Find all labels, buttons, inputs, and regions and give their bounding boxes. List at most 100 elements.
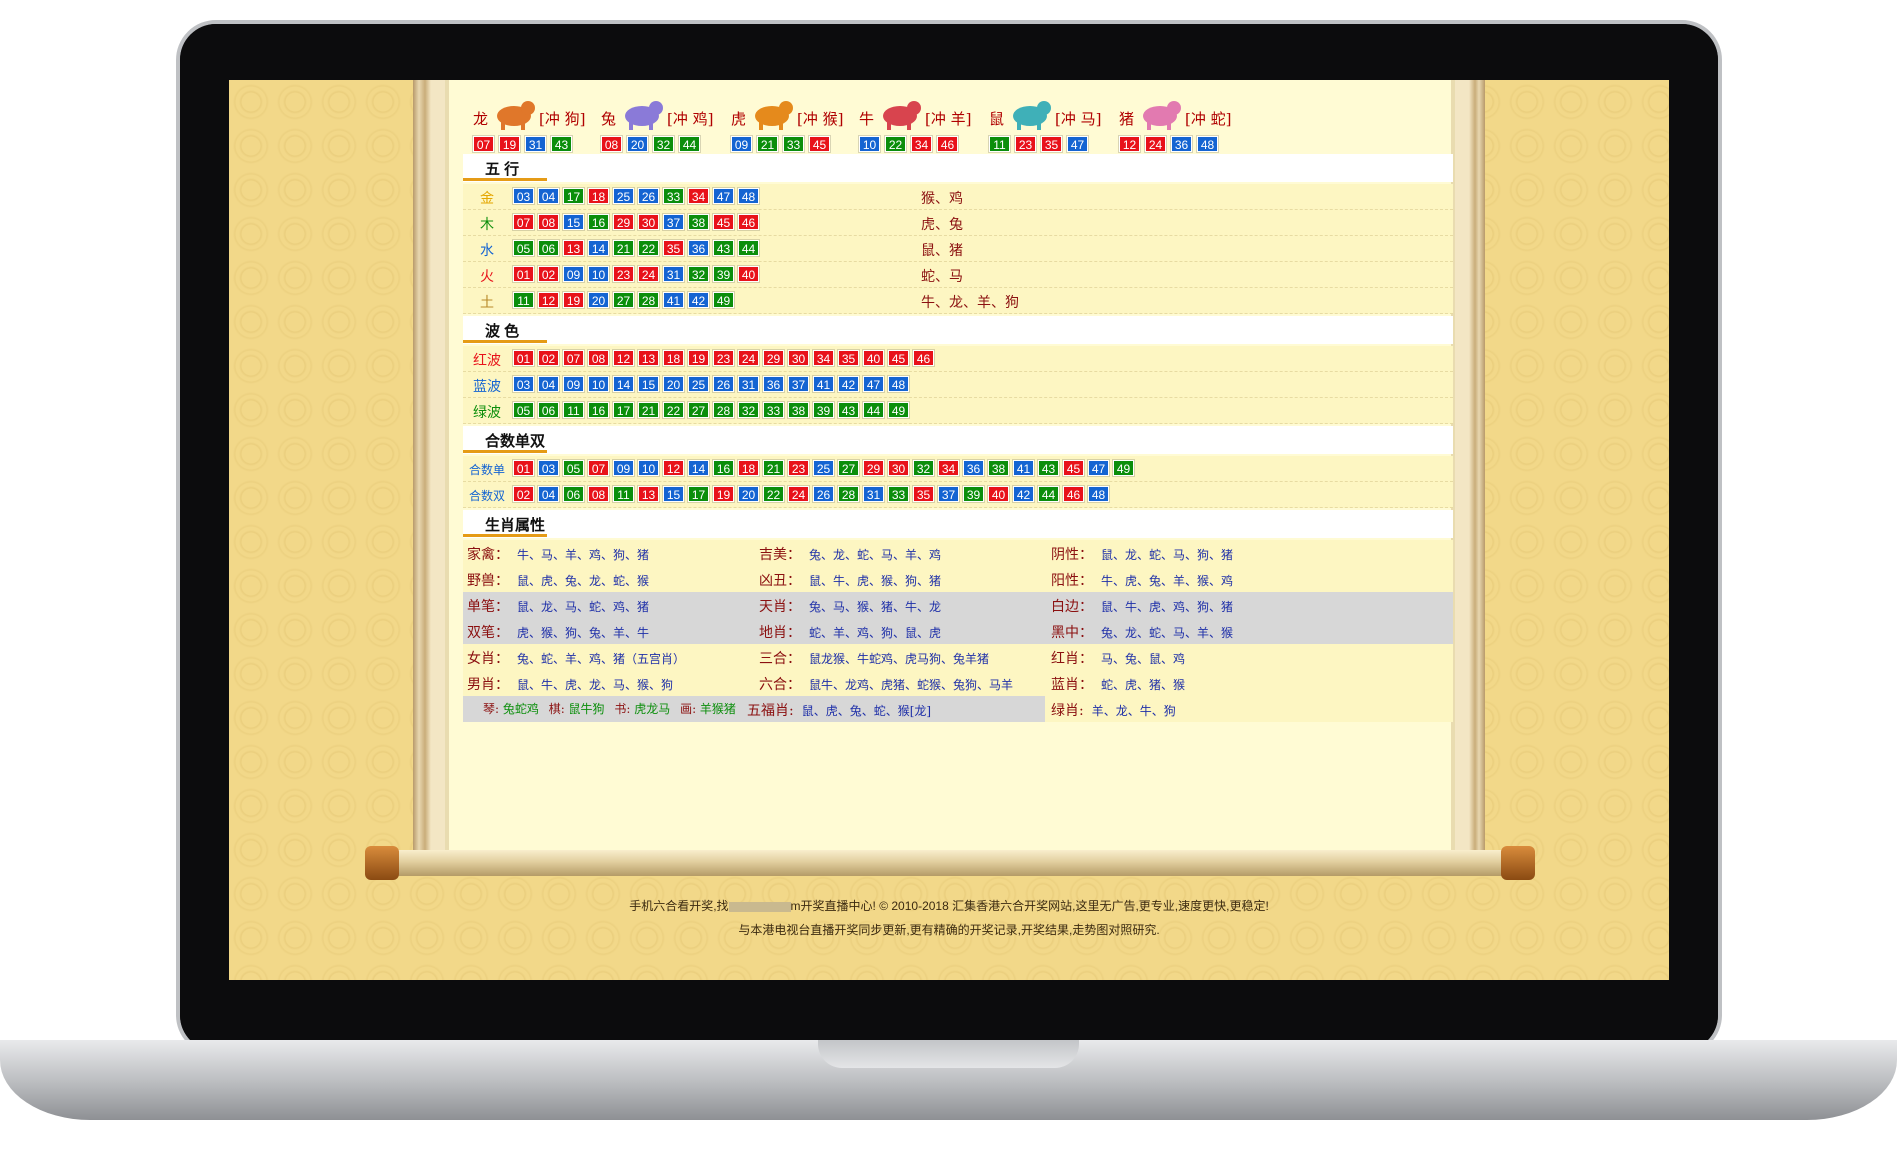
number-ball: 43 (837, 401, 860, 419)
number-ball: 28 (837, 485, 860, 503)
number-ball: 32 (737, 401, 760, 419)
lv-key: 绿肖: (1051, 703, 1084, 719)
attribute-values: 鼠龙猴、牛蛇鸡、虎马狗、兔羊猪 (809, 652, 990, 666)
number-ball: 49 (1112, 459, 1135, 477)
zodiac-clash: [冲 蛇] (1185, 110, 1232, 128)
attribute-values: 鼠、牛、虎、龙、马、猴、狗 (517, 678, 674, 692)
zodiac-animal-icon (1137, 94, 1183, 132)
wuxing-row: 水 05 06 13 14 21 22 35 36 43 44 鼠、猪 (463, 236, 1453, 262)
footer-line-1-a: 手机六合看开奖,找 (629, 899, 729, 913)
number-ball: 23 (1014, 135, 1037, 153)
zodiac-balls: 07 19 31 43 (472, 135, 573, 153)
number-ball: 36 (762, 375, 785, 393)
zodiac-clash: [冲 狗] (539, 110, 586, 128)
attribute-cell: 地肖： 蛇、羊、鸡、狗、鼠、虎 (759, 622, 941, 642)
zodiac-clash: [冲 马] (1055, 110, 1102, 128)
number-ball: 22 (637, 239, 660, 257)
number-ball: 34 (937, 459, 960, 477)
scroll-rod-cap-right (1501, 846, 1535, 880)
number-ball: 31 (862, 485, 885, 503)
number-ball: 12 (612, 349, 635, 367)
wuxing-row: 金 03 04 17 18 25 26 33 34 47 48 猴、鸡 (463, 184, 1453, 210)
section-bose-title: 波 色 (485, 323, 520, 340)
number-ball: 37 (787, 375, 810, 393)
qqsh-val: 兔蛇鸡 (502, 702, 543, 716)
number-ball: 19 (712, 485, 735, 503)
number-ball: 05 (512, 239, 535, 257)
attribute-cell: 男肖： 鼠、牛、虎、龙、马、猴、狗 (467, 674, 673, 694)
number-ball: 25 (612, 187, 635, 205)
attribute-cell: 蓝肖： 蛇、虎、猪、猴 (1051, 674, 1185, 694)
wuxing-row-zodiacs: 蛇、马 (921, 269, 963, 285)
number-ball: 01 (512, 349, 535, 367)
wufu-values: 鼠、虎、兔、蛇、猴[龙] (801, 704, 932, 718)
zodiac-balls: 10 22 34 46 (858, 135, 959, 153)
attribute-cell: 黑中： 兔、龙、蛇、马、羊、猴 (1051, 622, 1233, 642)
number-ball: 33 (662, 187, 685, 205)
number-ball: 40 (987, 485, 1010, 503)
attribute-cell: 单笔： 鼠、龙、马、蛇、鸡、猪 (467, 596, 649, 616)
zodiac-clash: [冲 鸡] (667, 110, 714, 128)
number-ball: 03 (537, 459, 560, 477)
number-ball: 14 (587, 239, 610, 257)
number-ball: 45 (808, 135, 831, 153)
number-ball: 11 (612, 485, 635, 503)
number-ball: 31 (662, 265, 685, 283)
number-ball: 14 (612, 375, 635, 393)
attribute-cell: 白边： 鼠、牛、虎、鸡、狗、猪 (1051, 596, 1233, 616)
number-ball: 26 (637, 187, 660, 205)
zodiac-balls: 09 21 33 45 (730, 135, 831, 153)
number-ball: 16 (587, 401, 610, 419)
lv-values: 羊、龙、牛、狗 (1091, 704, 1176, 718)
number-ball: 15 (662, 485, 685, 503)
number-ball: 24 (737, 349, 760, 367)
number-ball: 22 (762, 485, 785, 503)
attribute-cell: 阳性： 牛、虎、兔、羊、猴、鸡 (1051, 570, 1233, 590)
number-ball: 29 (762, 349, 785, 367)
number-ball: 17 (687, 485, 710, 503)
wuxing-row-balls: 07 08 15 16 29 30 37 38 45 46 (512, 213, 760, 231)
number-ball: 35 (912, 485, 935, 503)
heshu-row-balls: 01 03 05 07 09 10 12 14 16 18 21 23 25 27 29 30 32 34 36 38… (512, 459, 1135, 477)
number-ball: 39 (962, 485, 985, 503)
laptop-base-notch (818, 1040, 1079, 1068)
number-ball: 30 (887, 459, 910, 477)
qin-qi-shu-hua: 琴: 兔蛇鸡 棋: 鼠牛狗 书: 虎龙马 画: 羊猴猪 (483, 700, 742, 717)
number-ball: 34 (910, 135, 933, 153)
section-heshu-underline (463, 450, 547, 453)
number-ball: 36 (1170, 135, 1193, 153)
attribute-row: 单笔： 鼠、龙、马、蛇、鸡、猪 天肖： 兔、马、猴、猪、牛、龙 白边： 鼠、牛、虎、鸡、狗… (463, 592, 1453, 618)
number-ball: 47 (1066, 135, 1089, 153)
number-ball: 11 (988, 135, 1011, 153)
number-ball: 20 (662, 375, 685, 393)
bose-row-label: 蓝波 (473, 379, 501, 395)
number-ball: 42 (837, 375, 860, 393)
attribute-values: 马、兔、鼠、鸡 (1101, 652, 1186, 666)
attribute-cell: 家禽： 牛、马、羊、鸡、狗、猪 (467, 544, 649, 564)
wuxing-row: 土 11 12 19 20 27 28 41 42 49 牛、龙、羊、狗 (463, 288, 1453, 314)
number-ball: 30 (787, 349, 810, 367)
attribute-cell: 红肖： 马、兔、鼠、鸡 (1051, 648, 1185, 668)
number-ball: 26 (712, 375, 735, 393)
attribute-values: 蛇、虎、猪、猴 (1101, 678, 1186, 692)
footer-line-1: 手机六合看开奖,找 m开奖直播中心! © 2010-2018 汇集香港六合开奖网站… (229, 894, 1669, 918)
number-ball: 01 (512, 459, 535, 477)
screen: 龙 [冲 狗] 07 19 31 43 兔 [冲 鸡] 08 20 32 44 虎 [冲 猴] 09 21 33… (229, 80, 1669, 980)
number-ball: 20 (587, 291, 610, 309)
attribute-key: 白边： (1051, 599, 1093, 615)
number-ball: 48 (1196, 135, 1219, 153)
attribute-row: 女肖： 兔、蛇、羊、鸡、猪（五宫肖） 三合： 鼠龙猴、牛蛇鸡、虎马狗、兔羊猪 红肖： 马、… (463, 644, 1453, 670)
bose-row-label: 红波 (473, 353, 501, 369)
number-ball: 21 (612, 239, 635, 257)
number-ball: 13 (637, 485, 660, 503)
section-shengxiao: 生肖属性 (463, 510, 1453, 538)
number-ball: 19 (562, 291, 585, 309)
heshu-row-label: 合数单 (468, 463, 505, 477)
number-ball: 25 (812, 459, 835, 477)
attribute-values: 牛、马、羊、鸡、狗、猪 (517, 548, 650, 562)
number-ball: 02 (512, 485, 535, 503)
number-ball: 06 (562, 485, 585, 503)
number-ball: 04 (537, 375, 560, 393)
bose-row-balls: 01 02 07 08 12 13 18 19 23 24 29 30 34 35 40 45 46 (512, 349, 935, 367)
zodiac-name: 牛 (859, 110, 875, 128)
